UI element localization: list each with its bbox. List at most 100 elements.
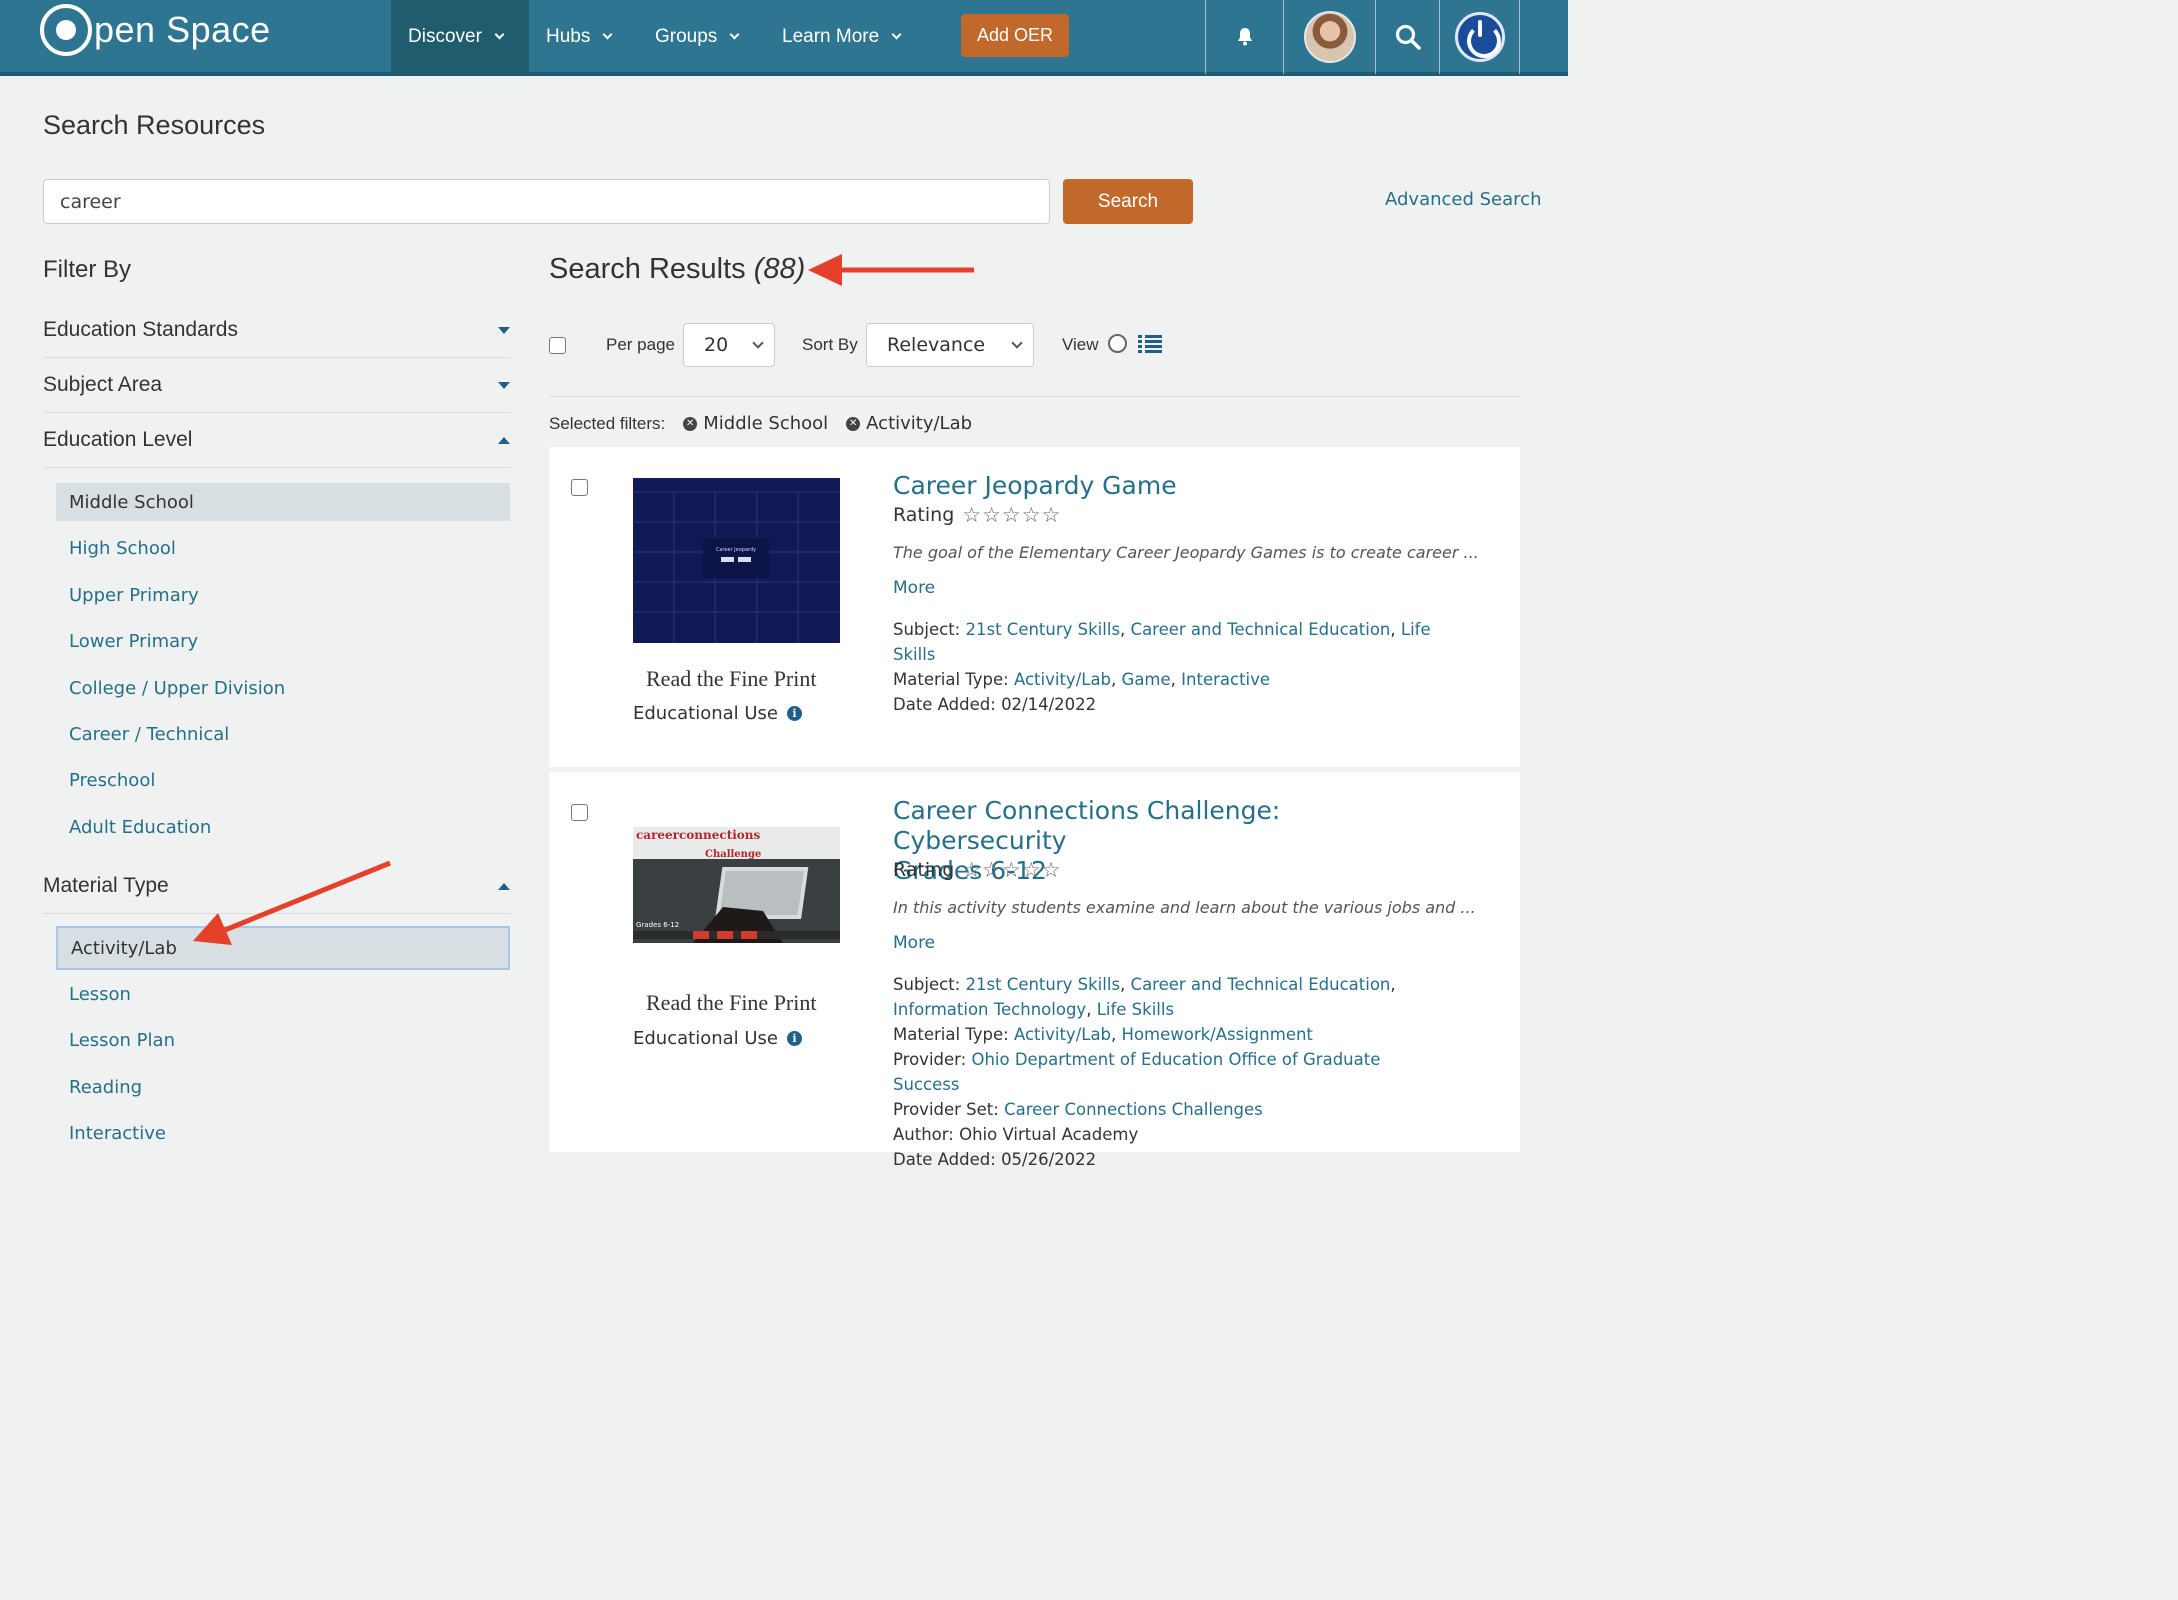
education-level-upper-primary[interactable]: Upper Primary — [56, 576, 510, 614]
filter-material-type[interactable]: Material Type — [43, 859, 510, 914]
result-description: The goal of the Elementary Career Jeopar… — [893, 543, 1479, 562]
filter-education-level[interactable]: Education Level — [43, 413, 510, 468]
page-title: Search Resources — [43, 110, 266, 140]
grid-view-radio[interactable] — [1108, 334, 1127, 353]
filter-section-label: Subject Area — [43, 373, 163, 396]
educational-use: Educational Use i — [633, 703, 802, 724]
meta-label: Subject: — [893, 975, 961, 994]
star-rating-icon[interactable]: ☆☆☆☆☆ — [962, 503, 1061, 527]
more-link[interactable]: More — [893, 578, 935, 598]
sort-by-value: Relevance — [887, 334, 986, 356]
nav-learn-more[interactable]: Learn More — [782, 0, 902, 74]
subject-link[interactable]: Career and Technical Education — [1131, 975, 1391, 994]
meta-label: Material Type: — [893, 1025, 1009, 1044]
nav-groups[interactable]: Groups — [655, 0, 740, 74]
material-link[interactable]: Interactive — [1181, 670, 1270, 689]
sort-by-select[interactable]: Relevance — [866, 323, 1034, 367]
nav-hubs-label: Hubs — [546, 26, 591, 47]
result-rating: Rating ☆☆☆☆☆ — [893, 858, 1061, 882]
selected-filter-chip[interactable]: ✕ Middle School — [683, 413, 828, 434]
logo-icon — [40, 4, 92, 56]
caret-down-icon — [498, 326, 510, 334]
open-space-logo[interactable]: pen Space — [40, 4, 271, 56]
search-input[interactable] — [43, 179, 1050, 224]
subject-link[interactable]: 21st Century Skills — [966, 620, 1121, 639]
education-level-adult-education[interactable]: Adult Education — [56, 808, 510, 846]
provider-row: Provider: Ohio Department of Education O… — [893, 1047, 1433, 1097]
star-rating-icon[interactable]: ☆☆☆☆☆ — [962, 858, 1061, 882]
search-results-heading: Search Results (88) — [549, 253, 805, 286]
select-all-checkbox[interactable] — [549, 337, 566, 354]
result-title-link[interactable]: Career Jeopardy Game — [893, 471, 1453, 501]
meta-label: Author: — [893, 1125, 954, 1144]
nav-learn-more-label: Learn More — [782, 26, 880, 47]
subject-link[interactable]: 21st Century Skills — [966, 975, 1121, 994]
per-page-select[interactable]: 20 — [683, 323, 775, 367]
svg-text:Career Jeopardy: Career Jeopardy — [716, 547, 756, 553]
result-checkbox[interactable] — [571, 479, 588, 496]
brand-name: pen Space — [94, 9, 271, 50]
more-link[interactable]: More — [893, 933, 935, 953]
education-level-college[interactable]: College / Upper Division — [56, 669, 510, 707]
nav-discover-label: Discover — [408, 26, 482, 47]
chevron-down-icon — [602, 29, 613, 40]
subject-link[interactable]: Life Skills — [1097, 1000, 1174, 1019]
selected-filters-label: Selected filters: — [549, 413, 666, 433]
per-page-value: 20 — [704, 334, 729, 356]
notifications-button[interactable] — [1206, 0, 1284, 74]
material-link[interactable]: Activity/Lab — [1014, 1025, 1111, 1044]
material-link[interactable]: Homework/Assignment — [1122, 1025, 1313, 1044]
chevron-down-icon — [1011, 337, 1023, 349]
education-level-lower-primary[interactable]: Lower Primary — [56, 622, 510, 660]
logout-button[interactable] — [1440, 0, 1520, 74]
meta-label: Subject: — [893, 620, 961, 639]
fine-print-link[interactable]: Read the Fine Print — [646, 990, 816, 1016]
remove-filter-icon[interactable]: ✕ — [846, 416, 861, 431]
info-icon[interactable]: i — [787, 1031, 802, 1046]
educational-use-label: Educational Use — [633, 1028, 778, 1049]
result-checkbox[interactable] — [571, 804, 588, 821]
material-link[interactable]: Activity/Lab — [1014, 670, 1111, 689]
filter-by-heading: Filter By — [43, 256, 132, 283]
advanced-search-link[interactable]: Advanced Search — [1385, 189, 1541, 210]
annotation-arrow-icon — [808, 254, 974, 286]
selected-filter-chip[interactable]: ✕ Activity/Lab — [846, 413, 972, 434]
material-type-lesson[interactable]: Lesson — [56, 975, 510, 1013]
education-level-career-technical[interactable]: Career / Technical — [56, 715, 510, 753]
provider-set-link[interactable]: Career Connections Challenges — [1004, 1100, 1263, 1119]
author-row: Author: Ohio Virtual Academy — [893, 1122, 1433, 1147]
search-nav-button[interactable] — [1376, 0, 1439, 74]
subject-link[interactable]: Information Technology — [893, 1000, 1086, 1019]
subject-row: Subject: 21st Century Skills, Career and… — [893, 620, 1431, 664]
education-level-middle-school[interactable]: Middle School — [56, 483, 510, 521]
fine-print-link[interactable]: Read the Fine Print — [646, 666, 816, 692]
material-type-reading[interactable]: Reading — [56, 1068, 510, 1106]
profile-button[interactable] — [1284, 0, 1376, 74]
subject-link[interactable]: Career and Technical Education — [1131, 620, 1391, 639]
material-link[interactable]: Game — [1122, 670, 1171, 689]
chevron-down-icon — [494, 29, 505, 40]
material-type-row: Material Type: Activity/Lab, Homework/As… — [893, 1025, 1313, 1044]
provider-set-row: Provider Set: Career Connections Challen… — [893, 1097, 1433, 1122]
info-icon[interactable]: i — [787, 706, 802, 721]
result-thumbnail[interactable]: Career Jeopardy — [633, 478, 840, 643]
search-button[interactable]: Search — [1063, 179, 1193, 224]
filter-subject-area[interactable]: Subject Area — [43, 358, 510, 413]
material-type-interactive[interactable]: Interactive — [56, 1114, 510, 1152]
material-type-lesson-plan[interactable]: Lesson Plan — [56, 1021, 510, 1059]
filter-section-label: Material Type — [43, 874, 169, 897]
add-oer-button[interactable]: Add OER — [961, 14, 1069, 57]
education-level-high-school[interactable]: High School — [56, 529, 510, 567]
filter-education-standards[interactable]: Education Standards — [43, 303, 510, 358]
nav-hubs[interactable]: Hubs — [546, 0, 613, 74]
result-thumbnail[interactable]: careerconnections Challenge Grades 6-12 — [633, 827, 840, 943]
author-value: Ohio Virtual Academy — [959, 1125, 1139, 1144]
remove-filter-icon[interactable]: ✕ — [683, 416, 698, 431]
result-title-line: Career Connections Challenge: Cybersecur… — [893, 796, 1281, 855]
avatar — [1304, 11, 1356, 63]
education-level-preschool[interactable]: Preschool — [56, 761, 510, 799]
nav-discover[interactable]: Discover — [391, 0, 529, 74]
list-view-icon[interactable] — [1138, 334, 1162, 354]
provider-link[interactable]: Ohio Department of Education Office of G… — [893, 1050, 1380, 1094]
material-type-activity-lab[interactable]: Activity/Lab — [56, 926, 510, 970]
